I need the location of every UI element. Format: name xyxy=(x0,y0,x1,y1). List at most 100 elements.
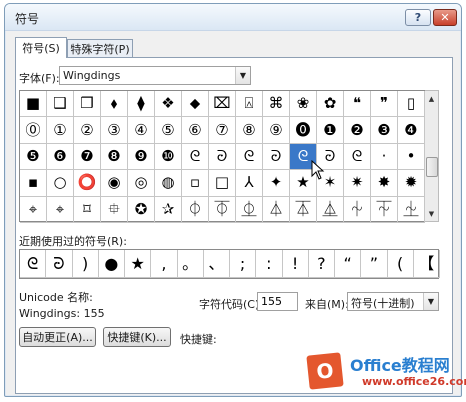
tab-symbols[interactable]: 符号(S) xyxy=(15,37,67,58)
recent-symbol-cell[interactable]: 、 xyxy=(203,250,230,278)
symbol-cell[interactable]: ⏈ xyxy=(398,196,425,223)
symbol-cell[interactable]: ⯐ xyxy=(101,196,128,223)
symbol-cell[interactable]: ❾ xyxy=(128,143,155,171)
close-button[interactable]: ✕ xyxy=(433,9,457,26)
autocorrect-button[interactable]: 自动更正(A)... xyxy=(19,327,96,347)
symbol-cell[interactable]: ⅄ xyxy=(236,170,263,197)
recent-symbol-cell[interactable]: “ xyxy=(335,250,362,278)
symbol-cell[interactable]: ⏇ xyxy=(371,196,398,223)
shortcut-key-button[interactable]: 快捷键(K)... xyxy=(103,327,171,347)
recent-symbol-cell[interactable]: ( xyxy=(387,250,414,278)
symbol-cell[interactable]: ▫ xyxy=(182,170,209,197)
symbol-cell[interactable]: ❑ xyxy=(47,91,74,118)
symbol-cell[interactable]: ⍓ xyxy=(236,91,263,118)
font-select[interactable]: Wingdings ▼ xyxy=(59,66,251,85)
symbol-cell[interactable]: ❺ xyxy=(20,143,47,171)
tab-special-characters[interactable]: 特殊字符(P) xyxy=(67,39,133,58)
symbol-grid-scrollbar[interactable]: ▲ ▼ xyxy=(425,90,439,222)
symbol-cell[interactable]: ✿ xyxy=(317,91,344,118)
symbol-cell[interactable]: ❷ xyxy=(344,117,371,144)
symbol-cell[interactable]: ⭕ xyxy=(74,170,101,197)
symbol-cell[interactable]: ❝ xyxy=(344,91,371,118)
symbol-cell[interactable]: ❻ xyxy=(47,143,74,171)
symbol-cell[interactable]: ᘓ xyxy=(236,143,263,171)
symbol-cell[interactable]: ⧫ xyxy=(128,91,155,118)
symbol-cell[interactable]: ❞ xyxy=(371,91,398,118)
scroll-up-icon[interactable]: ▲ xyxy=(425,92,438,105)
recent-symbol-cell[interactable]: ? xyxy=(308,250,335,278)
symbol-cell[interactable]: ⓪ xyxy=(20,117,47,144)
symbol-cell[interactable]: ⬥ xyxy=(182,91,209,118)
symbol-cell[interactable]: ❖ xyxy=(155,91,182,118)
symbol-cell[interactable]: ⏂ xyxy=(236,196,263,223)
symbol-cell[interactable]: ᘓ xyxy=(344,143,371,171)
symbol-cell[interactable]: ⌑ xyxy=(74,196,101,223)
symbol-cell[interactable]: ⑤ xyxy=(155,117,182,144)
symbol-cell[interactable]: ⏆ xyxy=(344,196,371,223)
symbol-cell[interactable]: ④ xyxy=(128,117,155,144)
recent-symbol-cell[interactable]: 【 xyxy=(413,250,440,278)
recent-symbol-cell[interactable]: 。 xyxy=(177,250,204,278)
recent-symbol-cell[interactable]: : xyxy=(256,250,283,278)
symbol-cell[interactable]: ⌧ xyxy=(209,91,236,118)
symbol-cell[interactable]: ⌖ xyxy=(47,196,74,223)
symbol-cell[interactable]: ✪ xyxy=(128,196,155,223)
symbol-cell[interactable]: ⑥ xyxy=(182,117,209,144)
symbol-cell[interactable]: ✸ xyxy=(371,170,398,197)
from-select[interactable]: 符号(十进制) ▼ xyxy=(347,292,439,311)
symbol-cell[interactable]: ⏃ xyxy=(263,196,290,223)
symbol-cell[interactable]: ▪ xyxy=(20,170,47,197)
recent-symbol-cell[interactable]: ● xyxy=(98,250,125,278)
symbol-cell[interactable]: ᘒ xyxy=(209,143,236,171)
scroll-thumb[interactable] xyxy=(426,157,438,177)
help-button[interactable]: ? xyxy=(405,9,431,26)
symbol-cell[interactable]: ▯ xyxy=(398,91,425,118)
symbol-cell[interactable]: ⌖ xyxy=(20,196,47,223)
symbol-cell[interactable]: ᘒ xyxy=(263,143,290,171)
recent-symbol-cell[interactable]: ” xyxy=(361,250,388,278)
symbol-cell[interactable]: ❶ xyxy=(317,117,344,144)
symbol-cell[interactable]: ■ xyxy=(20,91,47,118)
recent-symbol-cell[interactable]: ! xyxy=(282,250,309,278)
chevron-down-icon[interactable]: ▼ xyxy=(423,293,438,310)
symbol-cell[interactable]: ⏀ xyxy=(182,196,209,223)
symbol-cell[interactable]: ① xyxy=(47,117,74,144)
recent-symbol-cell[interactable]: ★ xyxy=(125,250,152,278)
symbol-cell[interactable]: ❿ xyxy=(155,143,182,171)
symbol-cell[interactable]: ❀ xyxy=(290,91,317,118)
recent-symbol-cell[interactable]: ᘒ xyxy=(46,250,73,278)
symbol-cell[interactable]: ⬧ xyxy=(101,91,128,118)
symbol-cell[interactable]: ❸ xyxy=(371,117,398,144)
symbol-cell[interactable]: · xyxy=(371,143,398,171)
symbol-cell[interactable]: ✰ xyxy=(155,196,182,223)
symbol-cell[interactable]: ◉ xyxy=(101,170,128,197)
symbol-cell[interactable]: ✷ xyxy=(344,170,371,197)
symbol-cell[interactable]: ✹ xyxy=(398,170,425,197)
symbol-cell[interactable]: ᘓ xyxy=(182,143,209,171)
symbol-cell[interactable]: ⓿ xyxy=(290,117,317,144)
symbol-cell[interactable]: ⑧ xyxy=(236,117,263,144)
char-code-input[interactable] xyxy=(257,292,298,311)
symbol-cell[interactable]: ⏁ xyxy=(209,196,236,223)
symbol-cell[interactable]: □ xyxy=(209,170,236,197)
scroll-down-icon[interactable]: ▼ xyxy=(425,207,438,220)
symbol-cell[interactable]: ② xyxy=(74,117,101,144)
symbol-cell[interactable]: ◎ xyxy=(128,170,155,197)
symbol-cell[interactable]: ◍ xyxy=(155,170,182,197)
symbol-cell[interactable]: ❹ xyxy=(398,117,425,144)
symbol-cell[interactable]: ⏅ xyxy=(317,196,344,223)
symbol-cell[interactable]: ⏄ xyxy=(290,196,317,223)
recent-symbol-cell[interactable]: ) xyxy=(72,250,99,278)
chevron-down-icon[interactable]: ▼ xyxy=(235,67,250,84)
symbol-cell[interactable]: ❒ xyxy=(74,91,101,118)
symbol-cell[interactable]: ③ xyxy=(101,117,128,144)
symbol-cell[interactable]: ⑦ xyxy=(209,117,236,144)
recent-symbol-cell[interactable]: , xyxy=(151,250,178,278)
symbol-cell[interactable]: ✦ xyxy=(263,170,290,197)
symbol-cell[interactable]: ❼ xyxy=(74,143,101,171)
symbol-cell[interactable]: ○ xyxy=(47,170,74,197)
symbol-cell[interactable]: ❽ xyxy=(101,143,128,171)
symbol-cell[interactable]: ⑨ xyxy=(263,117,290,144)
symbol-cell[interactable]: • xyxy=(398,143,425,171)
recent-symbol-cell[interactable]: ᘓ xyxy=(20,250,47,278)
